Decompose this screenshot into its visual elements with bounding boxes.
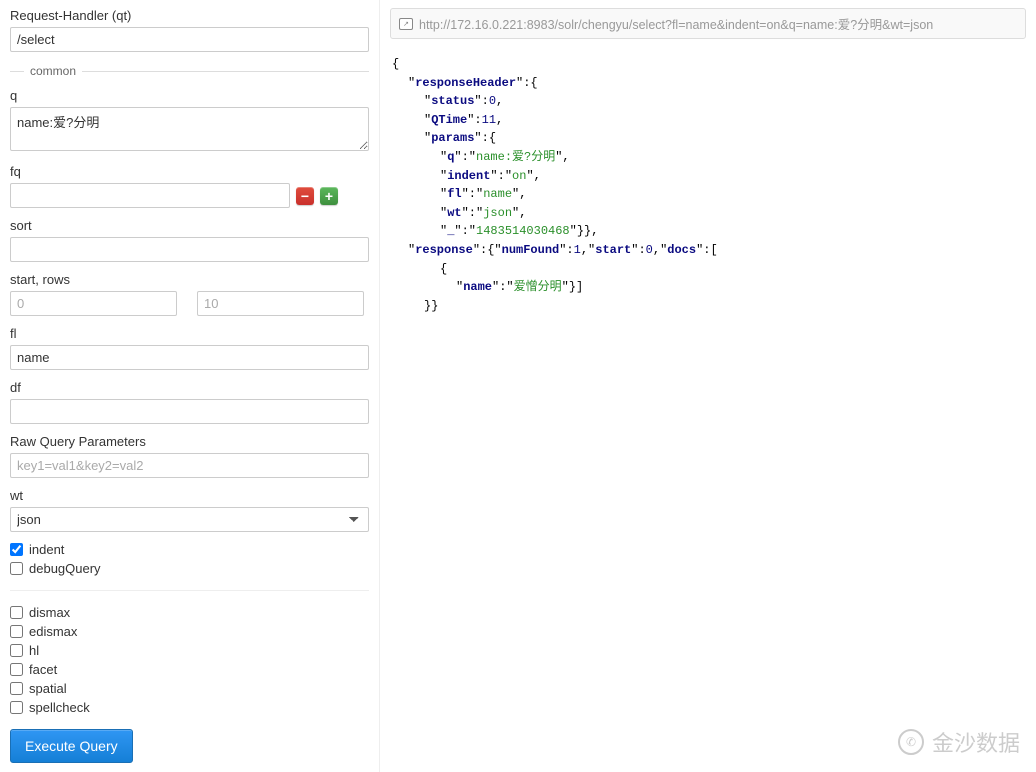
start-rows-label: start, rows: [10, 272, 369, 287]
rows-input[interactable]: [197, 291, 364, 316]
facet-checkbox[interactable]: [10, 663, 23, 676]
debugquery-checkbox[interactable]: [10, 562, 23, 575]
sort-input[interactable]: [10, 237, 369, 262]
spatial-checkbox[interactable]: [10, 682, 23, 695]
execute-query-button[interactable]: Execute Query: [10, 729, 133, 763]
raw-params-input[interactable]: [10, 453, 369, 478]
watermark: ✆ 金沙数据: [898, 726, 1020, 758]
fl-label: fl: [10, 326, 369, 341]
link-icon: ↗: [399, 18, 413, 30]
add-fq-icon[interactable]: +: [320, 187, 338, 205]
edismax-label: edismax: [29, 624, 77, 639]
hl-checkbox[interactable]: [10, 644, 23, 657]
dismax-checkbox[interactable]: [10, 606, 23, 619]
start-input[interactable]: [10, 291, 177, 316]
q-input[interactable]: [10, 107, 369, 151]
remove-fq-icon[interactable]: −: [296, 187, 314, 205]
fq-input[interactable]: [10, 183, 290, 208]
sort-label: sort: [10, 218, 369, 233]
fq-label: fq: [10, 164, 369, 179]
fl-input[interactable]: [10, 345, 369, 370]
df-label: df: [10, 380, 369, 395]
indent-checkbox[interactable]: [10, 543, 23, 556]
json-output: { "responseHeader":{ "status":0, "QTime"…: [390, 55, 1026, 315]
qt-input[interactable]: [10, 27, 369, 52]
spellcheck-label: spellcheck: [29, 700, 90, 715]
raw-params-label: Raw Query Parameters: [10, 434, 369, 449]
facet-label: facet: [29, 662, 57, 677]
dismax-label: dismax: [29, 605, 70, 620]
wt-select[interactable]: json: [10, 507, 369, 532]
spatial-label: spatial: [29, 681, 67, 696]
spellcheck-checkbox[interactable]: [10, 701, 23, 714]
qt-label: Request-Handler (qt): [10, 8, 369, 23]
result-url-text: http://172.16.0.221:8983/solr/chengyu/se…: [419, 14, 933, 33]
wechat-icon: ✆: [898, 729, 924, 755]
result-url-bar[interactable]: ↗ http://172.16.0.221:8983/solr/chengyu/…: [390, 8, 1026, 39]
debugquery-label: debugQuery: [29, 561, 101, 576]
q-label: q: [10, 88, 369, 103]
separator: [10, 590, 369, 591]
common-legend: common: [10, 64, 369, 78]
indent-label: indent: [29, 542, 64, 557]
wt-label: wt: [10, 488, 369, 503]
df-input[interactable]: [10, 399, 369, 424]
hl-label: hl: [29, 643, 39, 658]
edismax-checkbox[interactable]: [10, 625, 23, 638]
